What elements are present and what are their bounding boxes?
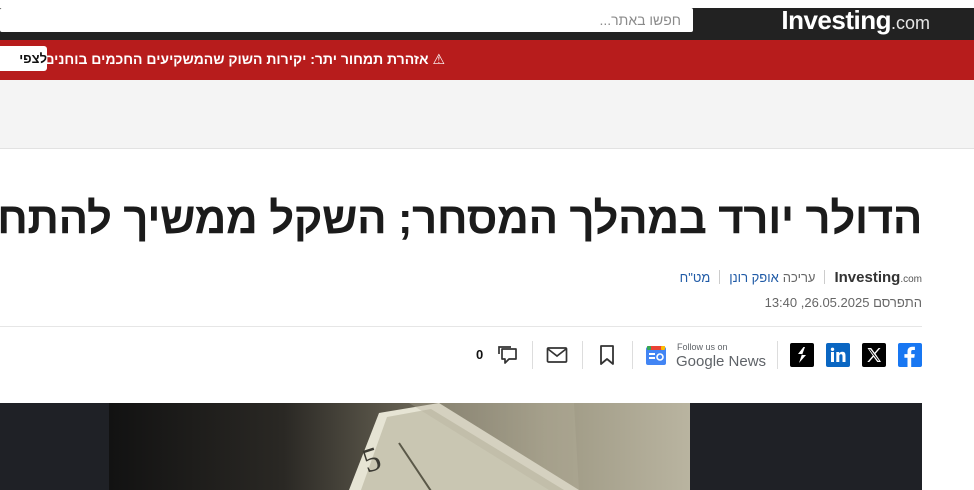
investing-logo[interactable]: Investing.com	[781, 5, 930, 36]
google-news-name: Google News	[676, 353, 767, 370]
article-byline: Investing.com עריכה אופק רונן מט"ח	[680, 268, 922, 286]
alert-view-button[interactable]: לצפי	[0, 46, 47, 71]
site-search-box[interactable]	[0, 8, 693, 32]
logo-brand: Investing	[781, 5, 891, 35]
substack-icon	[798, 347, 806, 363]
editor-link[interactable]: אופק רונן	[729, 270, 779, 285]
alert-text[interactable]: ⚠ אזהרת תמחור יתר: יקירות השוק שהמשקיעים…	[1, 51, 445, 68]
overvaluation-alert-banner: ⚠ אזהרת תמחור יתר: יקירות השוק שהמשקיעים…	[0, 40, 974, 80]
facebook-icon	[904, 346, 915, 367]
source-logo-brand: Investing	[834, 268, 901, 286]
google-news-follow-button[interactable]: Follow us on Google News	[644, 342, 768, 370]
article-image: 5	[0, 403, 922, 490]
search-input[interactable]	[0, 8, 693, 32]
comments-icon	[498, 346, 517, 364]
google-news-icon	[646, 346, 666, 365]
share-divider	[582, 341, 583, 369]
edit-label: עריכה	[782, 269, 816, 285]
email-share-button[interactable]	[545, 343, 569, 367]
facebook-share-button[interactable]	[898, 343, 922, 367]
x-share-button[interactable]	[862, 343, 886, 367]
mail-icon	[546, 347, 568, 363]
x-icon	[867, 348, 881, 362]
substack-share-button[interactable]	[790, 343, 814, 367]
google-news-follow-label: Follow us on	[677, 342, 728, 352]
byline-divider	[824, 270, 826, 284]
separator-line	[0, 326, 922, 327]
bookmark-icon	[600, 345, 614, 365]
source-logo-suffix: .com	[900, 273, 922, 285]
ad-banner-area	[0, 80, 974, 149]
linkedin-icon	[830, 347, 846, 362]
share-divider	[632, 341, 633, 369]
source-logo: Investing.com	[834, 269, 922, 286]
logo-suffix: .com	[890, 13, 930, 33]
bookmark-button[interactable]	[595, 343, 619, 367]
article-title: הדולר יורד במהלך המסחר; השקל ממשיך להתחז…	[0, 194, 922, 243]
category-link[interactable]: מט"ח	[680, 270, 711, 285]
linkedin-share-button[interactable]	[826, 343, 850, 367]
byline-divider	[719, 270, 721, 284]
top-navigation-bar: Investing.com	[0, 0, 974, 40]
share-divider	[777, 341, 778, 369]
share-divider	[532, 341, 533, 369]
banknote-graphic: 5	[349, 403, 579, 490]
comment-count[interactable]: 0	[476, 347, 483, 362]
dollar-bills-photo: 5	[109, 403, 690, 490]
publish-date: התפרסם 26.05.2025, 13:40	[764, 295, 922, 310]
comments-button[interactable]	[495, 343, 519, 367]
